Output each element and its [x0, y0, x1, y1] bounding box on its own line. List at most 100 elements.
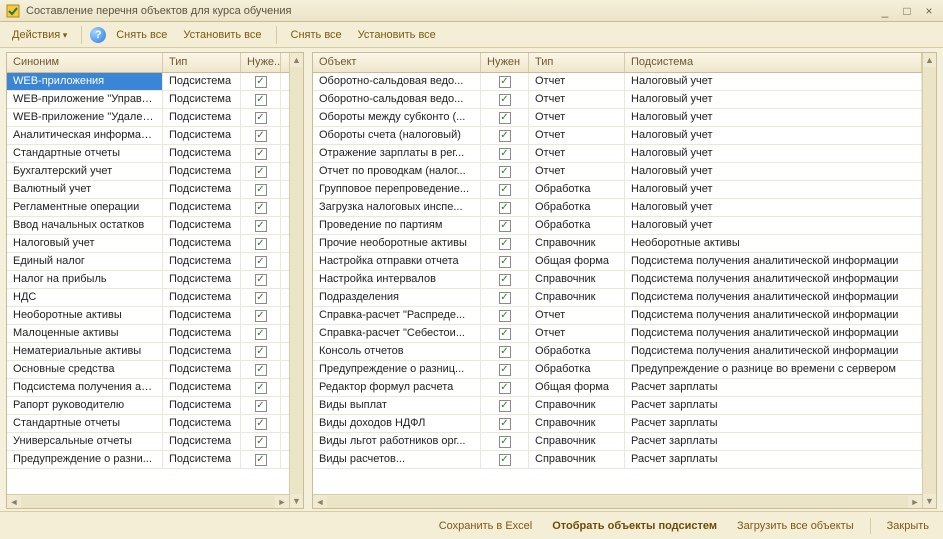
left-col-needed[interactable]: Нуже... — [241, 53, 281, 72]
table-row[interactable]: Загрузка налоговых инспе...✓ОбработкаНал… — [313, 199, 922, 217]
table-row[interactable]: Единый налогПодсистема✓ — [7, 253, 289, 271]
table-row[interactable]: Налоговый учетПодсистема✓ — [7, 235, 289, 253]
right-col-subsystem[interactable]: Подсистема — [625, 53, 922, 72]
table-row[interactable]: Необоротные активыПодсистема✓ — [7, 307, 289, 325]
scroll-up-icon[interactable]: ▲ — [923, 53, 936, 67]
checkbox[interactable]: ✓ — [255, 256, 267, 268]
left-vertical-scrollbar[interactable]: ▲ ▼ — [289, 53, 303, 508]
scroll-right-icon[interactable]: ► — [908, 495, 922, 509]
checkbox[interactable]: ✓ — [499, 166, 511, 178]
table-row[interactable]: Обороты между субконто (...✓ОтчетНалогов… — [313, 109, 922, 127]
table-row[interactable]: Основные средстваПодсистема✓ — [7, 361, 289, 379]
scroll-track[interactable] — [327, 496, 908, 508]
table-row[interactable]: Отражение зарплаты в рег...✓ОтчетНалогов… — [313, 145, 922, 163]
checkbox[interactable]: ✓ — [499, 130, 511, 142]
table-row[interactable]: Отчет по проводкам (налог...✓ОтчетНалого… — [313, 163, 922, 181]
checkbox[interactable]: ✓ — [499, 364, 511, 376]
table-row[interactable]: Подразделения✓СправочникПодсистема получ… — [313, 289, 922, 307]
checkbox[interactable]: ✓ — [499, 292, 511, 304]
checkbox[interactable]: ✓ — [255, 364, 267, 376]
table-row[interactable]: Виды льгот работников орг...✓СправочникР… — [313, 433, 922, 451]
left-grid-body[interactable]: WEB-приложенияПодсистема✓WEB-приложение … — [7, 73, 289, 494]
checkbox[interactable]: ✓ — [255, 220, 267, 232]
table-row[interactable]: Виды выплат✓СправочникРасчет зарплаты — [313, 397, 922, 415]
checkbox[interactable]: ✓ — [499, 274, 511, 286]
clear-all-button-1[interactable]: Снять все — [110, 26, 173, 44]
checkbox[interactable]: ✓ — [499, 454, 511, 466]
table-row[interactable]: Ввод начальных остатковПодсистема✓ — [7, 217, 289, 235]
checkbox[interactable]: ✓ — [499, 400, 511, 412]
checkbox[interactable]: ✓ — [255, 436, 267, 448]
table-row[interactable]: Стандартные отчетыПодсистема✓ — [7, 145, 289, 163]
table-row[interactable]: Оборотно-сальдовая ведо...✓ОтчетНалоговы… — [313, 91, 922, 109]
right-col-needed[interactable]: Нужен — [481, 53, 529, 72]
table-row[interactable]: Рапорт руководителюПодсистема✓ — [7, 397, 289, 415]
table-row[interactable]: Регламентные операцииПодсистема✓ — [7, 199, 289, 217]
checkbox[interactable]: ✓ — [499, 184, 511, 196]
select-objects-button[interactable]: Отобрать объекты подсистем — [548, 517, 721, 535]
checkbox[interactable]: ✓ — [499, 382, 511, 394]
table-row[interactable]: Групповое перепроведение...✓ОбработкаНал… — [313, 181, 922, 199]
table-row[interactable]: Аналитическая информацияПодсистема✓ — [7, 127, 289, 145]
right-col-object[interactable]: Объект — [313, 53, 481, 72]
scroll-track[interactable] — [923, 67, 936, 494]
help-icon[interactable]: ? — [90, 27, 106, 43]
table-row[interactable]: Настройка отправки отчета✓Общая формаПод… — [313, 253, 922, 271]
table-row[interactable]: Консоль отчетов✓ОбработкаПодсистема полу… — [313, 343, 922, 361]
table-row[interactable]: WEB-приложенияПодсистема✓ — [7, 73, 289, 91]
checkbox[interactable]: ✓ — [499, 202, 511, 214]
right-vertical-scrollbar[interactable]: ▲ ▼ — [922, 53, 936, 508]
right-horizontal-scrollbar[interactable]: ◄ ► — [313, 494, 922, 508]
scroll-left-icon[interactable]: ◄ — [313, 495, 327, 509]
table-row[interactable]: Валютный учетПодсистема✓ — [7, 181, 289, 199]
scroll-up-icon[interactable]: ▲ — [290, 53, 303, 67]
checkbox[interactable]: ✓ — [499, 310, 511, 322]
scroll-track[interactable] — [21, 496, 275, 508]
checkbox[interactable]: ✓ — [255, 346, 267, 358]
table-row[interactable]: Виды доходов НДФЛ✓СправочникРасчет зарпл… — [313, 415, 922, 433]
table-row[interactable]: Проведение по партиям✓ОбработкаНалоговый… — [313, 217, 922, 235]
checkbox[interactable]: ✓ — [255, 310, 267, 322]
checkbox[interactable]: ✓ — [255, 274, 267, 286]
close-button[interactable]: × — [921, 4, 937, 18]
checkbox[interactable]: ✓ — [255, 418, 267, 430]
checkbox[interactable]: ✓ — [499, 112, 511, 124]
close-footer-button[interactable]: Закрыть — [883, 517, 933, 535]
table-row[interactable]: Налог на прибыльПодсистема✓ — [7, 271, 289, 289]
table-row[interactable]: Справка-расчет "Распреде...✓ОтчетПодсист… — [313, 307, 922, 325]
checkbox[interactable]: ✓ — [255, 328, 267, 340]
checkbox[interactable]: ✓ — [255, 166, 267, 178]
table-row[interactable]: Оборотно-сальдовая ведо...✓ОтчетНалоговы… — [313, 73, 922, 91]
set-all-button-2[interactable]: Установить все — [352, 26, 442, 44]
table-row[interactable]: Виды расчетов...✓СправочникРасчет зарпла… — [313, 451, 922, 469]
table-row[interactable]: Подсистема получения ана...Подсистема✓ — [7, 379, 289, 397]
minimize-button[interactable]: _ — [877, 4, 893, 18]
right-col-type[interactable]: Тип — [529, 53, 625, 72]
table-row[interactable]: Прочие необоротные активы✓СправочникНеоб… — [313, 235, 922, 253]
scroll-down-icon[interactable]: ▼ — [290, 494, 303, 508]
checkbox[interactable]: ✓ — [499, 346, 511, 358]
table-row[interactable]: Редактор формул расчета✓Общая формаРасче… — [313, 379, 922, 397]
checkbox[interactable]: ✓ — [499, 220, 511, 232]
checkbox[interactable]: ✓ — [255, 382, 267, 394]
checkbox[interactable]: ✓ — [499, 238, 511, 250]
table-row[interactable]: Стандартные отчетыПодсистема✓ — [7, 415, 289, 433]
table-row[interactable]: Предупреждение о разни...Подсистема✓ — [7, 451, 289, 469]
checkbox[interactable]: ✓ — [255, 292, 267, 304]
left-horizontal-scrollbar[interactable]: ◄ ► — [7, 494, 289, 508]
checkbox[interactable]: ✓ — [499, 148, 511, 160]
set-all-button-1[interactable]: Установить все — [177, 26, 267, 44]
checkbox[interactable]: ✓ — [255, 112, 267, 124]
checkbox[interactable]: ✓ — [255, 148, 267, 160]
scroll-down-icon[interactable]: ▼ — [923, 494, 936, 508]
table-row[interactable]: WEB-приложение "Управл...Подсистема✓ — [7, 91, 289, 109]
table-row[interactable]: Справка-расчет "Себестои...✓ОтчетПодсист… — [313, 325, 922, 343]
table-row[interactable]: Нематериальные активыПодсистема✓ — [7, 343, 289, 361]
table-row[interactable]: Бухгалтерский учетПодсистема✓ — [7, 163, 289, 181]
table-row[interactable]: Настройка интервалов✓СправочникПодсистем… — [313, 271, 922, 289]
checkbox[interactable]: ✓ — [255, 238, 267, 250]
table-row[interactable]: Малоценные активыПодсистема✓ — [7, 325, 289, 343]
checkbox[interactable]: ✓ — [255, 454, 267, 466]
table-row[interactable]: WEB-приложение "Удален...Подсистема✓ — [7, 109, 289, 127]
scroll-right-icon[interactable]: ► — [275, 495, 289, 509]
